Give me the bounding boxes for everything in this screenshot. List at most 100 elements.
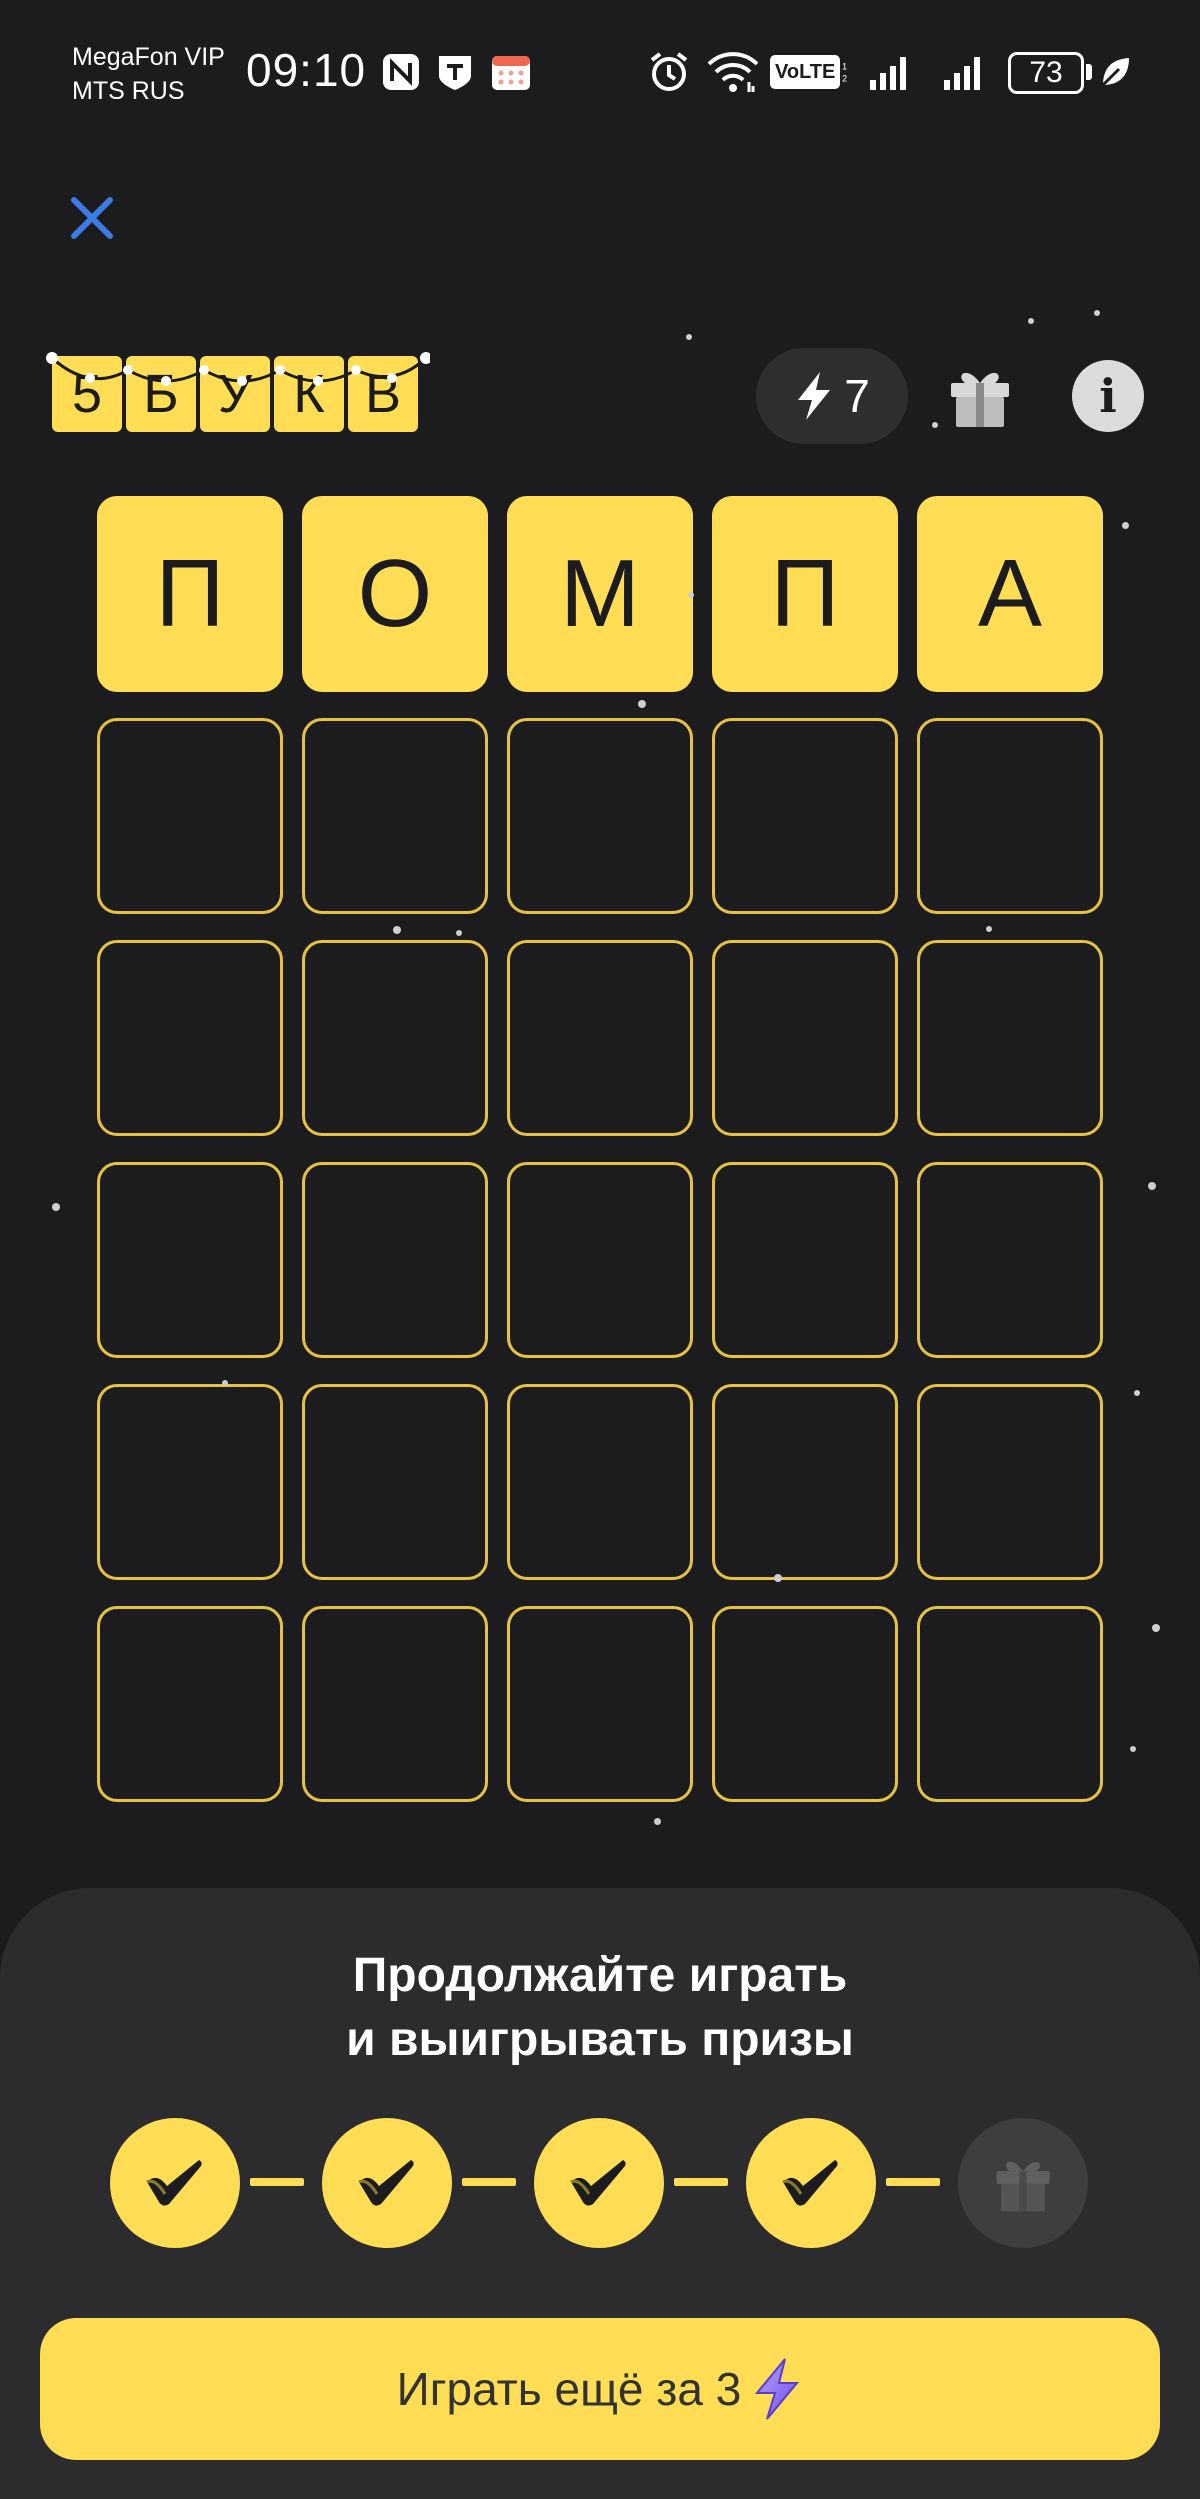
app-screen: MegaFon VIP MTS RUS 09:10 VoLTE 1 2 73 5 …	[0, 0, 1200, 2499]
progress-step	[534, 2118, 664, 2248]
progress-step	[322, 2118, 452, 2248]
sheet-title: Продолжайте играть и выигрывать призы	[0, 1944, 1200, 2072]
svg-text:2: 2	[842, 74, 847, 84]
grid-cell	[507, 940, 693, 1136]
battery-level: 73	[1029, 56, 1063, 89]
check-icon	[146, 2160, 202, 2206]
logo-letter: В	[348, 356, 418, 432]
grid-cell: А	[917, 496, 1103, 692]
snow-dot	[1148, 1182, 1156, 1190]
grid-cell: П	[97, 496, 283, 692]
sheet-title-line-2: и выигрывать призы	[346, 2013, 854, 2066]
snow-dot	[774, 1574, 782, 1582]
logo-letter: Б	[126, 356, 196, 432]
grid-cell	[917, 1162, 1103, 1358]
word-grid: П О М П А	[97, 496, 1103, 1802]
progress-step-gift	[958, 2118, 1088, 2248]
grid-cell	[712, 1162, 898, 1358]
energy-count: 7	[844, 370, 870, 422]
close-icon	[71, 197, 113, 239]
logo-letter: У	[200, 356, 270, 432]
grid-cell	[712, 718, 898, 914]
bottom-sheet: Продолжайте играть и выигрывать призы Иг…	[0, 1888, 1200, 2499]
snow-dot	[686, 334, 692, 340]
status-bar: MegaFon VIP MTS RUS 09:10 VoLTE 1 2 73	[0, 0, 1200, 140]
volte-icon: VoLTE 1 2	[770, 50, 850, 94]
info-icon: i	[1099, 369, 1117, 423]
game-logo: 5 Б У К В	[46, 352, 430, 432]
snow-dot	[1122, 522, 1129, 529]
grid-cell	[507, 718, 693, 914]
grid-cell	[302, 1162, 488, 1358]
gift-icon	[951, 372, 1009, 427]
snow-dot	[1130, 1746, 1136, 1752]
snow-dot	[932, 422, 938, 428]
info-button[interactable]: i	[1072, 360, 1144, 432]
grid-cell	[712, 1384, 898, 1580]
grid-cell	[507, 1162, 693, 1358]
snow-dot	[52, 1203, 60, 1211]
gift-icon	[996, 2161, 1050, 2212]
close-button[interactable]	[60, 186, 124, 250]
carrier-2: MTS RUS	[72, 77, 185, 105]
play-again-label: Играть ещё за 3	[396, 2363, 742, 2415]
grid-cell: М	[507, 496, 693, 692]
grid-cell: О	[302, 496, 488, 692]
check-icon	[358, 2160, 414, 2206]
grid-cell	[97, 1606, 283, 1802]
signal-icon	[942, 50, 988, 94]
snow-dot	[1134, 1390, 1140, 1396]
signal-icon	[868, 50, 914, 94]
step-connector	[462, 2178, 516, 2186]
logo-letter: К	[274, 356, 344, 432]
snow-dot	[1028, 318, 1034, 324]
grid-cell	[712, 1606, 898, 1802]
step-connector	[250, 2178, 304, 2186]
step-connector	[886, 2178, 940, 2186]
t-icon	[434, 50, 476, 94]
grid-cell	[97, 718, 283, 914]
grid-cell	[917, 718, 1103, 914]
grid-cell	[507, 1384, 693, 1580]
snow-dot	[638, 700, 646, 708]
grid-cell	[917, 940, 1103, 1136]
snow-dot	[654, 1818, 661, 1825]
play-again-button[interactable]: Играть ещё за 3	[40, 2318, 1160, 2460]
grid-cell	[302, 718, 488, 914]
volte-label: VoLTE	[770, 55, 841, 89]
lightning-icon	[755, 2358, 800, 2420]
nfc-icon	[380, 50, 422, 94]
grid-cell	[97, 1384, 283, 1580]
grid-cell	[917, 1384, 1103, 1580]
snow-dot	[688, 592, 694, 598]
logo-letter: 5	[52, 356, 122, 432]
progress-step	[746, 2118, 876, 2248]
lightning-icon	[798, 372, 831, 420]
leaf-icon	[1098, 50, 1132, 94]
wifi-icon	[704, 50, 762, 94]
progress-steps	[110, 2118, 1090, 2248]
grid-cell	[712, 940, 898, 1136]
grid-cell	[302, 940, 488, 1136]
energy-counter[interactable]: 7	[756, 348, 908, 444]
grid-cell	[97, 1162, 283, 1358]
svg-text:1: 1	[842, 61, 847, 71]
snow-dot	[1094, 310, 1100, 316]
grid-cell: П	[712, 496, 898, 692]
grid-cell	[97, 940, 283, 1136]
snow-dot	[393, 926, 401, 934]
step-connector	[674, 2178, 728, 2186]
grid-cell	[302, 1384, 488, 1580]
grid-cell	[507, 1606, 693, 1802]
grid-cell	[302, 1606, 488, 1802]
carrier-1: MegaFon VIP	[72, 43, 225, 71]
grid-cell	[917, 1606, 1103, 1802]
alarm-icon	[646, 50, 692, 94]
sheet-title-line-1: Продолжайте играть	[352, 1949, 848, 2002]
snow-dot	[222, 1380, 228, 1386]
gift-button[interactable]	[940, 356, 1020, 436]
battery-icon: 73	[1008, 52, 1084, 94]
snow-dot	[986, 926, 992, 932]
clock: 09:10	[246, 44, 367, 96]
progress-step	[110, 2118, 240, 2248]
